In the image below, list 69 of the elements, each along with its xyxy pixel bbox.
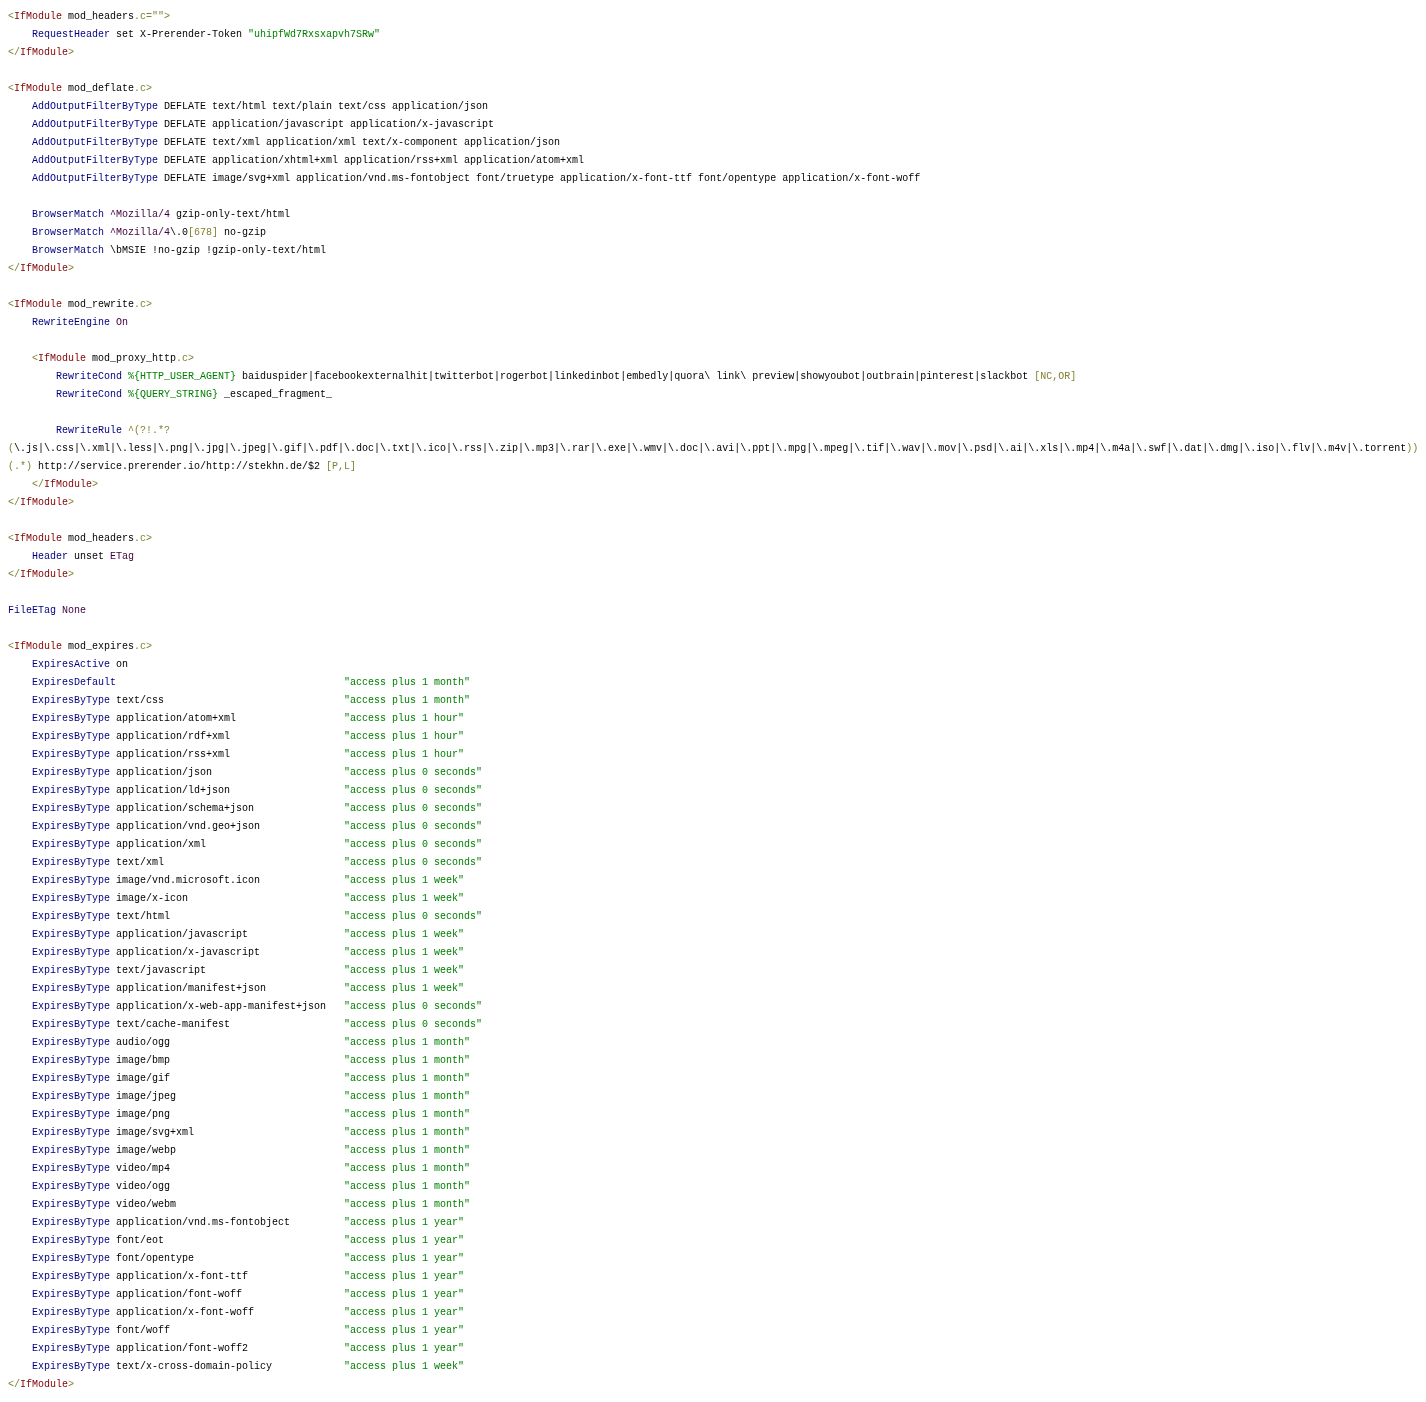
code-line: AddOutputFilterByType DEFLATE text/xml application/xml text/x-component application/json <box>31 136 561 150</box>
code-line: ExpiresActive on <box>31 658 129 672</box>
code-line: ExpiresByType font/woff "access plus 1 year" <box>31 1324 465 1338</box>
code-line: ExpiresByType image/svg+xml "access plus 1 month" <box>31 1126 471 1140</box>
code-line: (.*) http://service.prerender.io/http://stekhn.de/$2 [P,L] <box>8 460 357 474</box>
code-line: BrowserMatch \bMSIE !no-gzip !gzip-only-text/html <box>31 244 327 258</box>
code-line: ExpiresByType application/manifest+json "access plus 1 week" <box>31 982 465 996</box>
code-line: ExpiresByType image/vnd.microsoft.icon "access plus 1 week" <box>31 874 465 888</box>
code-line: </IfModule> <box>8 496 75 510</box>
code-line: RewriteCond %{QUERY_STRING} _escaped_fragment_ <box>55 388 333 402</box>
code-line: ExpiresByType application/json "access plus 0 seconds" <box>31 766 483 780</box>
code-line: ExpiresByType image/x-icon "access plus 1 week" <box>31 892 465 906</box>
code-line: <IfModule mod_rewrite.c> <box>8 298 153 312</box>
code-line: (\.js|\.css|\.xml|\.less|\.png|\.jpg|\.jpeg|\.gif|\.pdf|\.doc|\.txt|\.ico|\.rss|\.zip|\.mp3|\.rar|\.exe|\.wmv|\.doc|\.avi|\.ppt|\.mpg|\.mpeg|\.tif|\.wav|\.mov|\.psd|\.ai|\.xls|\.mp4|\.m4a|\.swf|\.dat|\.dmg|\.iso|\.flv|\.m4v|\.torrent)) <box>8 442 1419 456</box>
code-line: ExpiresByType application/font-woff "access plus 1 year" <box>31 1288 465 1302</box>
code-line: ExpiresByType audio/ogg "access plus 1 month" <box>31 1036 471 1050</box>
code-line: ExpiresByType video/webm "access plus 1 month" <box>31 1198 471 1212</box>
code-line: ExpiresByType application/vnd.ms-fontobject "access plus 1 year" <box>31 1216 465 1230</box>
code-line: </IfModule> <box>8 1378 75 1392</box>
code-line: ExpiresByType font/eot "access plus 1 year" <box>31 1234 465 1248</box>
code-line: AddOutputFilterByType DEFLATE application/xhtml+xml application/rss+xml application/atom+xml <box>31 154 585 168</box>
code-line: RewriteEngine On <box>31 316 129 330</box>
code-line: ExpiresByType font/opentype "access plus 1 year" <box>31 1252 465 1266</box>
code-line: ExpiresByType application/javascript "access plus 1 week" <box>31 928 465 942</box>
code-line: ExpiresByType text/javascript "access plus 1 week" <box>31 964 465 978</box>
code-line: AddOutputFilterByType DEFLATE text/html text/plain text/css application/json <box>31 100 489 114</box>
code-line: </IfModule> <box>8 568 75 582</box>
code-line: RewriteCond %{HTTP_USER_AGENT} baiduspider|facebookexternalhit|twitterbot|rogerbot|linkedinbot|embedly|quora\ link\ preview|showyoubot|outbrain|pinterest|slackbot [NC,OR] <box>55 370 1077 384</box>
code-line: ExpiresByType application/x-web-app-manifest+json "access plus 0 seconds" <box>31 1000 483 1014</box>
code-line: ExpiresByType video/mp4 "access plus 1 month" <box>31 1162 471 1176</box>
code-line: BrowserMatch ^Mozilla/4 gzip-only-text/html <box>31 208 291 222</box>
code-line: </IfModule> <box>8 46 75 60</box>
code-line: <IfModule mod_headers.c=""> <box>8 10 171 24</box>
code-line: <IfModule mod_headers.c> <box>8 532 153 546</box>
code-line: ExpiresByType text/css "access plus 1 month" <box>31 694 471 708</box>
code-line: ExpiresByType application/x-font-woff "access plus 1 year" <box>31 1306 465 1320</box>
code-line: ExpiresByType application/atom+xml "access plus 1 hour" <box>31 712 465 726</box>
code-line: AddOutputFilterByType DEFLATE image/svg+xml application/vnd.ms-fontobject font/truetype application/x-font-ttf font/opentype application/x-font-woff <box>31 172 921 186</box>
code-line: AddOutputFilterByType DEFLATE application/javascript application/x-javascript <box>31 118 495 132</box>
code-line: ExpiresByType video/ogg "access plus 1 month" <box>31 1180 471 1194</box>
code-line: ExpiresByType application/xml "access plus 0 seconds" <box>31 838 483 852</box>
code-line: ExpiresByType image/jpeg "access plus 1 month" <box>31 1090 471 1104</box>
code-line: ExpiresByType text/x-cross-domain-policy "access plus 1 week" <box>31 1360 465 1374</box>
code-line: </IfModule> <box>8 262 75 276</box>
code-line: ExpiresByType image/bmp "access plus 1 month" <box>31 1054 471 1068</box>
code-line: ExpiresByType text/xml "access plus 0 seconds" <box>31 856 483 870</box>
code-line: ExpiresByType text/html "access plus 0 seconds" <box>31 910 483 924</box>
code-line: ExpiresByType application/vnd.geo+json "access plus 0 seconds" <box>31 820 483 834</box>
code-line: ExpiresByType application/rdf+xml "access plus 1 hour" <box>31 730 465 744</box>
code-line: <IfModule mod_proxy_http.c> <box>31 352 195 366</box>
code-line: ExpiresByType application/schema+json "access plus 0 seconds" <box>31 802 483 816</box>
code-line: ExpiresByType text/cache-manifest "access plus 0 seconds" <box>31 1018 483 1032</box>
code-line: ExpiresByType image/png "access plus 1 month" <box>31 1108 471 1122</box>
code-line: ExpiresByType application/rss+xml "access plus 1 hour" <box>31 748 465 762</box>
code-line: </IfModule> <box>31 478 99 492</box>
code-line: ExpiresByType application/x-javascript "access plus 1 week" <box>31 946 465 960</box>
code-line: BrowserMatch ^Mozilla/4\.0[678] no-gzip <box>31 226 267 240</box>
code-line: RewriteRule ^(?!.*? <box>55 424 171 438</box>
code-line: FileETag None <box>8 604 87 618</box>
code-line: <IfModule mod_deflate.c> <box>8 82 153 96</box>
code-line: ExpiresByType application/font-woff2 "access plus 1 year" <box>31 1342 465 1356</box>
code-line: <IfModule mod_expires.c> <box>8 640 153 654</box>
code-line: ExpiresByType application/x-font-ttf "access plus 1 year" <box>31 1270 465 1284</box>
code-line: RequestHeader set X-Prerender-Token "uhipfWd7Rxsxapvh7SRw" <box>31 28 381 42</box>
code-line: ExpiresByType application/ld+json "access plus 0 seconds" <box>31 784 483 798</box>
code-line: ExpiresByType image/webp "access plus 1 month" <box>31 1144 471 1158</box>
code-line: ExpiresDefault "access plus 1 month" <box>31 676 471 690</box>
code-line: Header unset ETag <box>31 550 135 564</box>
code-line: ExpiresByType image/gif "access plus 1 month" <box>31 1072 471 1086</box>
